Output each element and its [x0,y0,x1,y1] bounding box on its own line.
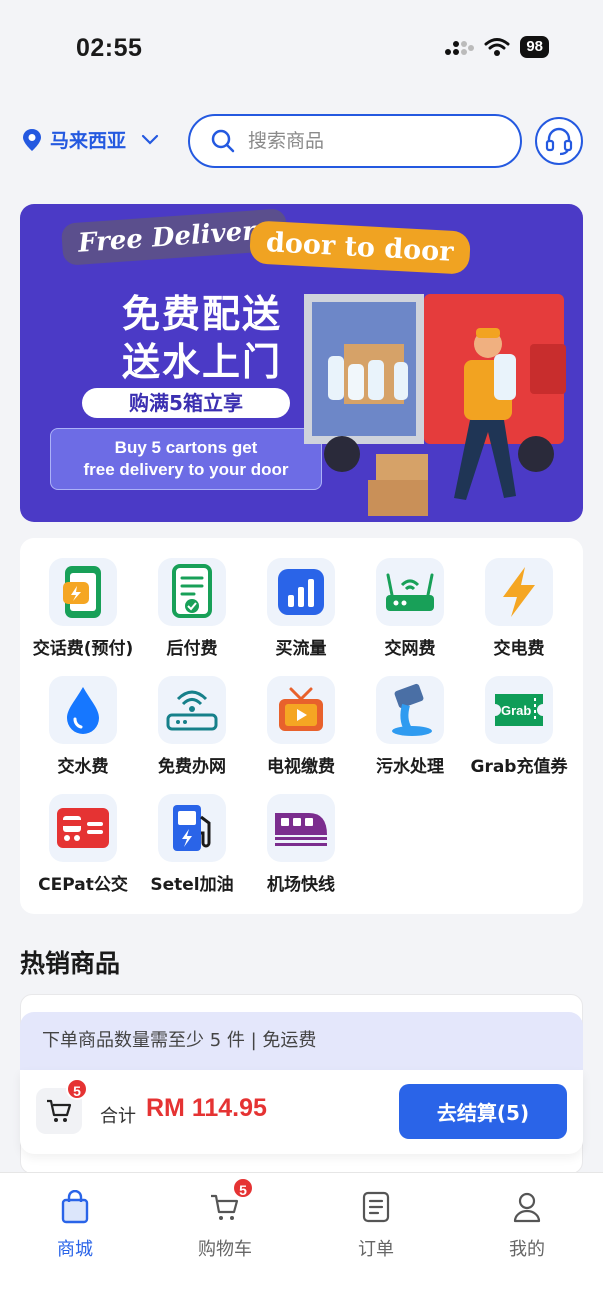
banner-note-line2: free delivery to your door [83,460,289,479]
service-tv-bill[interactable]: 电视缴费 [246,676,356,777]
service-grab-voucher[interactable]: Grab Grab充值券 [464,676,574,777]
service-label: CEPat公交 [38,875,128,895]
tab-profile[interactable]: 我的 [472,1189,582,1261]
tv-icon [267,676,335,744]
status-icons: 98 [444,36,549,58]
train-icon [267,794,335,862]
location-label: 马来西亚 [50,130,127,152]
service-label: 交电费 [493,639,545,659]
tab-shop[interactable]: 商城 [20,1189,130,1261]
banner-note: Buy 5 cartons get free delivery to your … [50,428,322,490]
prepaid-phone-icon [49,558,117,626]
search-bar[interactable] [188,114,522,168]
service-label: 污水处理 [376,757,444,777]
service-label: 交话费(预付) [32,639,134,659]
service-label: 电视缴费 [267,757,335,777]
banner-headline-line2: 送水上门 [121,340,282,384]
total-amount: RM 114.95 [146,1094,267,1122]
door-to-door-tag: door to door [249,220,471,275]
customer-service-button[interactable] [535,117,583,165]
mini-cart-button[interactable]: 5 [36,1078,88,1134]
bus-icon [49,794,117,862]
lightning-icon [485,558,553,626]
sewage-icon [376,676,444,744]
service-setel-fuel[interactable]: Setel加油 [137,794,247,895]
service-free-broadband[interactable]: 免费办网 [137,676,247,777]
service-cepat-bus[interactable]: CEPat公交 [28,794,138,895]
service-sewage[interactable]: 污水处理 [355,676,465,777]
hot-products-title: 热销商品 [20,949,121,978]
service-label: 交网费 [384,639,436,659]
service-label: 后付费 [166,639,218,659]
grab-voucher-icon: Grab [485,676,553,744]
banner-headline: 免费配送 送水上门 [102,290,302,386]
postpaid-bill-icon [158,558,226,626]
cart-tab-badge: 5 [232,1177,254,1199]
headset-icon [545,127,573,156]
chevron-down-icon [141,134,159,145]
service-internet-bill[interactable]: 交网费 [355,558,465,659]
promo-banner[interactable]: Free Delivery door to door 免费配送 送水上门 购满5… [20,204,583,522]
bottom-tab-bar: 商城 5 购物车 订单 我的 [0,1172,603,1311]
tab-label: 商城 [57,1239,93,1260]
location-pin-icon [23,128,41,151]
service-electricity[interactable]: 交电费 [464,558,574,659]
cart-icon [47,1099,72,1122]
service-buy-data[interactable]: 买流量 [246,558,356,659]
banner-note-line1: Buy 5 cartons get [114,438,258,457]
banner-pill: 购满5箱立享 [82,388,290,418]
min-order-notice: 下单商品数量需至少 5 件 | 免运费 [20,1012,583,1070]
service-prepaid-topup[interactable]: 交话费(预付) [28,558,138,659]
search-input[interactable] [248,130,488,152]
router-icon [376,558,444,626]
order-list-icon [362,1191,390,1223]
search-icon [211,129,235,153]
service-label: 机场快线 [267,875,335,895]
battery-indicator: 98 [520,36,549,58]
status-time: 02:55 [76,34,143,62]
service-postpaid[interactable]: 后付费 [137,558,247,659]
service-label: Setel加油 [150,875,234,895]
tab-label: 我的 [509,1239,545,1260]
cart-count-badge: 5 [66,1078,88,1100]
wifi-icon [484,38,510,56]
data-bars-icon [267,558,335,626]
tab-cart[interactable]: 5 购物车 [170,1177,280,1261]
svg-text:Grab: Grab [501,703,531,718]
tab-label: 购物车 [198,1239,252,1260]
fuel-pump-icon [158,794,226,862]
services-grid: 交话费(预付) 后付费 买流量 交网费 交电费 交水费 免费办网 电视缴费 污水… [20,538,583,914]
service-water[interactable]: 交水费 [28,676,138,777]
water-drop-icon [49,676,117,744]
checkout-bar: 5 合计 RM 114.95 去结算(5) [20,1070,583,1154]
location-selector[interactable]: 马来西亚 [22,126,160,153]
banner-headline-line1: 免费配送 [121,292,282,336]
header: 马来西亚 [0,112,603,172]
delivery-truck-illustration [304,294,566,516]
service-airport-express[interactable]: 机场快线 [246,794,356,895]
status-bar: 02:55 98 [0,0,603,90]
service-label: Grab充值券 [470,757,568,777]
tab-orders[interactable]: 订单 [321,1189,431,1261]
checkout-button[interactable]: 去结算(5) [399,1084,567,1139]
service-label: 买流量 [275,639,327,659]
profile-icon [513,1192,541,1223]
total-label: 合计 [100,1106,136,1127]
wifi-router-icon [158,676,226,744]
tab-label: 订单 [358,1239,394,1260]
shop-bag-icon [61,1190,89,1224]
service-label: 免费办网 [158,757,226,777]
service-label: 交水费 [57,757,109,777]
cellular-signal-icon [445,41,475,55]
